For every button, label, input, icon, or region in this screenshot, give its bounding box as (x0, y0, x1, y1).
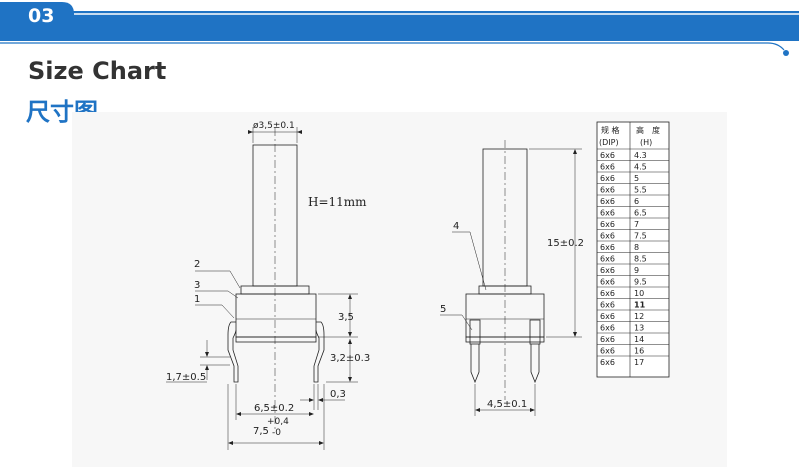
table-cell-spec: 6x6 (600, 185, 615, 194)
table-cell-spec: 6x6 (600, 289, 615, 298)
table-cell-height: 11 (634, 300, 646, 309)
callout-4-leader (452, 231, 487, 291)
table-cell-spec: 6x6 (600, 300, 615, 309)
pin-side-right-upper (529, 319, 541, 345)
table-cell-height: 9 (634, 266, 639, 275)
table-cell-height: 13 (634, 323, 644, 332)
table-cell-height: 8.5 (634, 254, 647, 263)
total-height-label: 15±0.2 (547, 238, 584, 249)
table-cell-spec: 6x6 (600, 335, 615, 344)
table-cell-height: 12 (634, 312, 644, 321)
thickness-label: 0,3 (330, 389, 346, 400)
pin-side-right-lower (530, 344, 540, 384)
table-cell-spec: 6x6 (600, 220, 615, 229)
size-table: 规 格 (DIP) 高 度 (H) 6x6 4.3 6x6 4.5 6x6 5 6x6 5.5… (596, 121, 670, 378)
table-cell-spec: 6x6 (600, 346, 615, 355)
pin-right (313, 321, 325, 383)
table-cell-height: 4.3 (634, 151, 647, 160)
pitch-label: 6,5±0.2 (254, 403, 294, 414)
width-main-label: 7,5 (253, 426, 269, 437)
callout-1: 1 (194, 294, 200, 305)
table-cell-spec: 6x6 (600, 254, 615, 263)
table-cell-height: 5 (634, 174, 639, 183)
table-cell-spec: 6x6 (600, 243, 615, 252)
table-cell-spec: 6x6 (600, 208, 615, 217)
switch-base (235, 336, 317, 343)
table-cell-spec: 6x6 (600, 323, 615, 332)
height-note: H=11mm (308, 195, 367, 209)
width-tol-plus: +0,4 (267, 417, 289, 427)
table-cell-spec: 6x6 (600, 312, 615, 321)
callout-2: 2 (194, 259, 200, 270)
span-label: 4,5±0.1 (487, 399, 527, 410)
table-header-spec: 规 格 (601, 125, 620, 135)
right-view (440, 140, 582, 416)
table-cell-height: 4.5 (634, 162, 647, 171)
table-cell-height: 7 (634, 220, 639, 229)
table-cell-spec: 6x6 (600, 162, 615, 171)
table-header-spec-sub: (DIP) (599, 138, 619, 147)
table-header-height: 高 度 (636, 125, 660, 135)
pin-left (227, 321, 239, 383)
callout-1-leader (195, 304, 235, 319)
technical-drawing: ø3,5±0.1 H=11mm 2 3 1 3,5 3,2±0.3 1,7±0.… (166, 121, 670, 450)
table-cell-height: 5.5 (634, 185, 647, 194)
table-cell-height: 10 (634, 289, 644, 298)
table-cell-height: 6 (634, 197, 639, 206)
table-cell-spec: 6x6 (600, 174, 615, 183)
actuator-side (482, 148, 528, 287)
switch-body (235, 293, 317, 338)
callout-5-leader (440, 314, 473, 331)
pin-side-left-upper (469, 319, 481, 345)
offset-label: 1,7±0.5 (166, 372, 206, 383)
table-cell-height: 14 (634, 335, 644, 344)
table-cell-height: 9.5 (634, 277, 647, 286)
table-cell-spec: 6x6 (600, 277, 615, 286)
right-arrowheads (475, 149, 577, 412)
table-cell-height: 8 (634, 243, 639, 252)
body-height-label: 3,5 (338, 312, 354, 323)
callout-2-leader (195, 270, 241, 289)
pin-length-label: 3,2±0.3 (330, 353, 370, 364)
diameter-label: ø3,5±0.1 (253, 121, 295, 131)
table-cell-spec: 6x6 (600, 231, 615, 240)
callout-3: 3 (194, 280, 200, 291)
width-tol-minus: -0 (272, 428, 281, 438)
callout-4: 4 (453, 221, 459, 232)
pin-side-left-lower (470, 344, 480, 384)
table-cell-spec: 6x6 (600, 358, 615, 367)
callout-3-leader (195, 290, 239, 299)
table-cell-spec: 6x6 (600, 151, 615, 160)
table-header-height-sub: (H) (640, 138, 652, 147)
table-cell-height: 16 (634, 346, 644, 355)
table-cell-spec: 6x6 (600, 197, 615, 206)
table-cell-spec: 6x6 (600, 266, 615, 275)
callout-5: 5 (440, 304, 446, 315)
table-cell-height: 17 (634, 358, 644, 367)
table-cell-height: 7.5 (634, 231, 647, 240)
table-cell-height: 6.5 (634, 208, 647, 217)
